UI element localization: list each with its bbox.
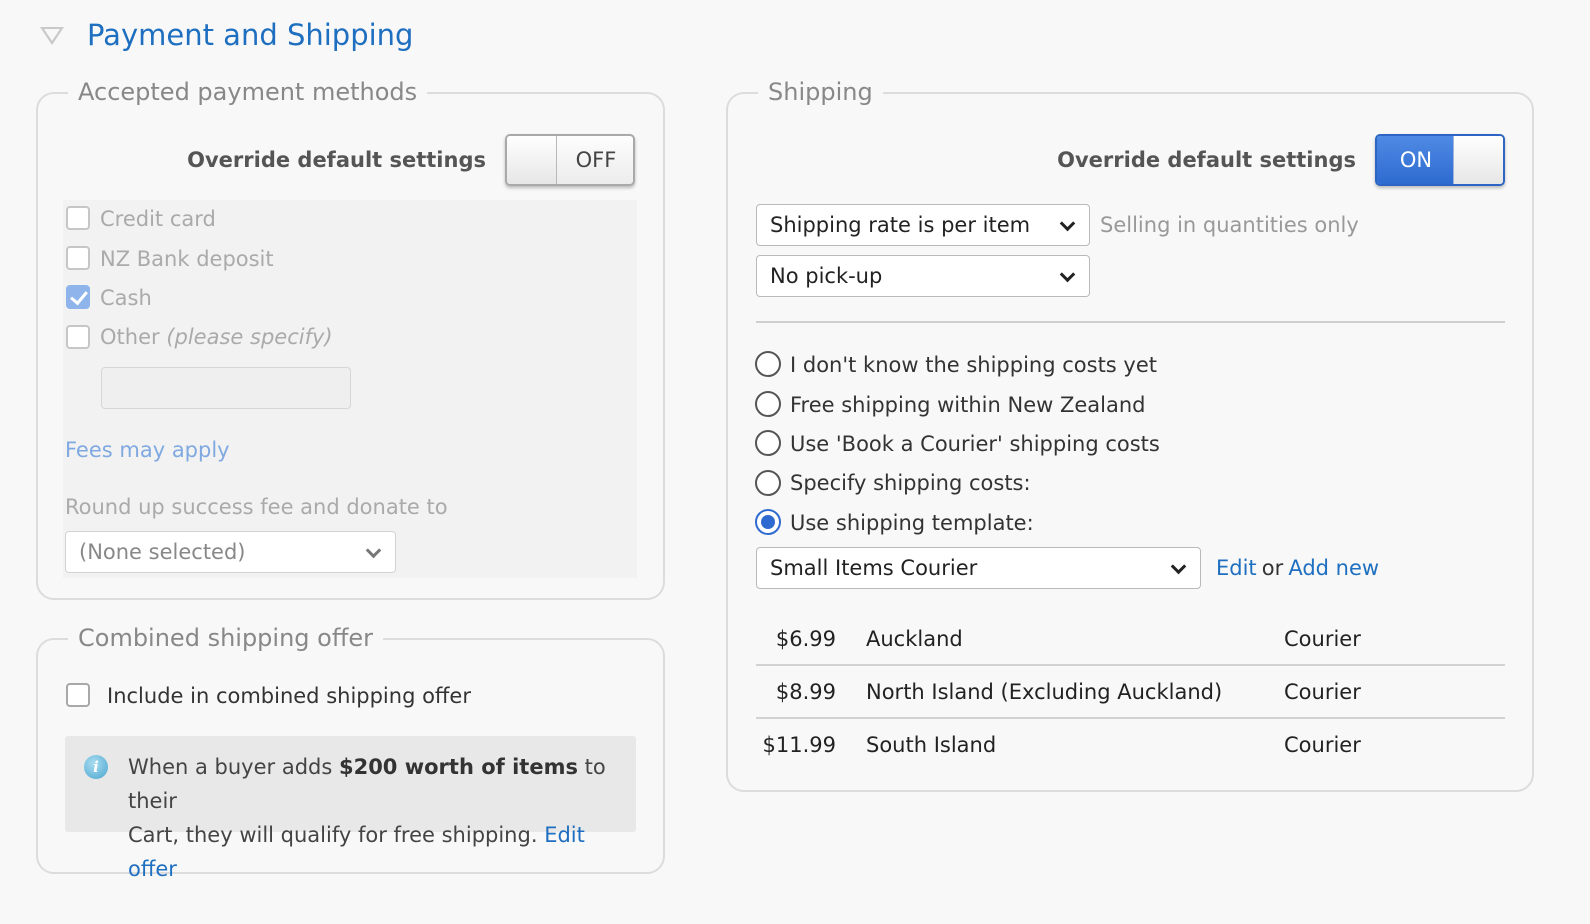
info-icon: i (84, 755, 108, 779)
cash-checkbox[interactable] (66, 285, 90, 309)
payment-override-toggle[interactable]: OFF (505, 134, 635, 186)
radio-shipping-template-label: Use shipping template: (790, 511, 1034, 535)
radio-shipping-template[interactable] (755, 509, 781, 535)
add-new-template-link[interactable]: Add new (1288, 556, 1379, 580)
shipping-rate-value: Shipping rate is per item (770, 213, 1031, 237)
radio-book-courier[interactable] (755, 430, 781, 456)
other-label-text: Other (100, 325, 160, 349)
shipping-override-label: Override default settings (1057, 148, 1356, 172)
payment-override-label: Override default settings (187, 148, 486, 172)
chevron-down-icon (365, 542, 382, 559)
rate-method: Courier (1284, 627, 1361, 651)
edit-template-link[interactable]: Edit (1216, 556, 1257, 580)
rate-method: Courier (1284, 680, 1361, 704)
or-text: or (1261, 556, 1284, 580)
radio-unknown-costs[interactable] (755, 351, 781, 377)
other-label-hint: (please specify) (166, 325, 333, 349)
radio-unknown-costs-label: I don't know the shipping costs yet (790, 353, 1158, 377)
toggle-knob (1453, 136, 1503, 184)
toggle-state-label: ON (1399, 148, 1433, 172)
pickup-value: No pick-up (770, 264, 883, 288)
radio-free-shipping-label: Free shipping within New Zealand (790, 393, 1146, 417)
payment-methods-legend: Accepted payment methods (68, 76, 428, 108)
chevron-down-icon (1059, 215, 1076, 232)
toggle-state-label: OFF (575, 148, 617, 172)
shipping-legend: Shipping (758, 76, 883, 108)
cash-label: Cash (100, 286, 152, 310)
credit-card-checkbox[interactable] (66, 206, 90, 230)
donate-select[interactable]: (None selected) (65, 531, 396, 573)
info-text-before: When a buyer adds (128, 755, 339, 779)
rate-region: South Island (866, 733, 997, 757)
rate-price: $11.99 (762, 733, 836, 757)
table-row: $6.99 Auckland Courier (756, 612, 1505, 665)
rate-region: North Island (Excluding Auckland) (866, 680, 1223, 704)
template-actions: Edit or Add new (1216, 554, 1379, 582)
other-checkbox[interactable] (66, 325, 90, 349)
rates-table: $6.99 Auckland Courier $8.99 North Islan… (756, 612, 1505, 772)
credit-card-label: Credit card (100, 207, 216, 231)
other-label: Other (please specify) (100, 323, 333, 351)
donate-select-value: (None selected) (79, 540, 246, 564)
donate-label: Round up success fee and donate to (65, 495, 448, 519)
info-text-amount: $200 worth of items (338, 755, 578, 779)
bank-deposit-label: NZ Bank deposit (100, 247, 274, 271)
radio-specify-costs[interactable] (755, 470, 781, 496)
radio-book-courier-label: Use 'Book a Courier' shipping costs (790, 432, 1160, 456)
rate-price: $8.99 (775, 680, 836, 704)
combined-shipping-legend: Combined shipping offer (68, 622, 384, 654)
table-row: $8.99 North Island (Excluding Auckland) … (756, 666, 1505, 718)
shipping-override-toggle[interactable]: ON (1375, 134, 1505, 186)
shipping-divider (756, 321, 1505, 323)
combined-info-text: When a buyer adds $200 worth of items to… (128, 750, 628, 886)
rate-region: Auckland (866, 627, 963, 651)
rate-method: Courier (1284, 733, 1361, 757)
pickup-select[interactable]: No pick-up (756, 255, 1090, 297)
table-row: $11.99 South Island Courier (756, 719, 1505, 771)
info-text-line2: Cart, they will qualify for free shippin… (128, 823, 545, 847)
collapse-triangle-icon[interactable] (40, 27, 64, 45)
rate-price: $6.99 (775, 627, 836, 651)
radio-free-shipping[interactable] (755, 391, 781, 417)
combined-shipping-label: Include in combined shipping offer (107, 684, 471, 708)
section-title[interactable]: Payment and Shipping (87, 16, 413, 54)
shipping-template-value: Small Items Courier (770, 556, 978, 580)
shipping-rate-select[interactable]: Shipping rate is per item (756, 204, 1090, 246)
radio-specify-costs-label: Specify shipping costs: (790, 471, 1031, 495)
bank-deposit-checkbox[interactable] (66, 246, 90, 270)
other-payment-input[interactable] (101, 367, 351, 409)
chevron-down-icon (1170, 558, 1187, 575)
fees-link[interactable]: Fees may apply (65, 436, 230, 464)
combined-shipping-checkbox[interactable] (66, 683, 90, 707)
shipping-template-select[interactable]: Small Items Courier (756, 547, 1201, 589)
toggle-knob (507, 136, 557, 184)
chevron-down-icon (1059, 266, 1076, 283)
selling-quantities-note: Selling in quantities only (1100, 213, 1359, 237)
